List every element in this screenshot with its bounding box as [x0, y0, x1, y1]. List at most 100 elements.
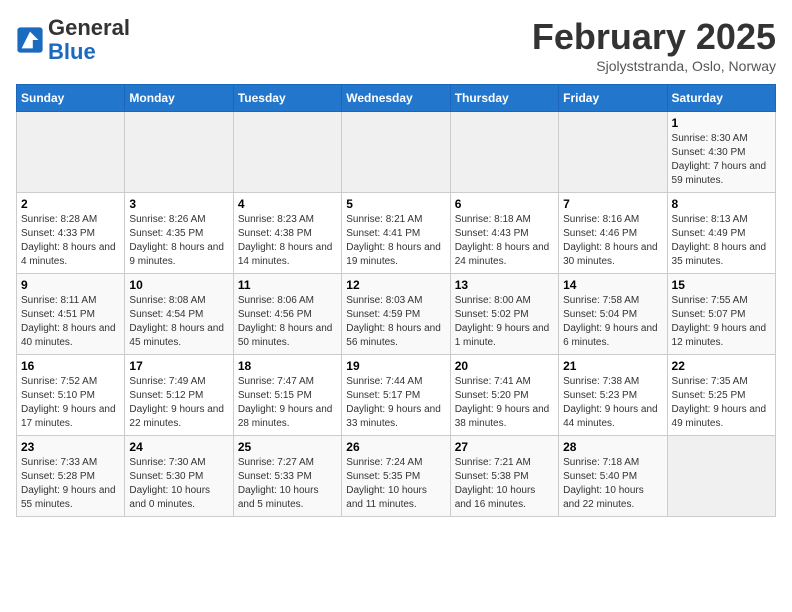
- day-info: Sunrise: 7:38 AM Sunset: 5:23 PM Dayligh…: [563, 375, 662, 431]
- day-info: Sunrise: 8:28 AM Sunset: 4:33 PM Dayligh…: [21, 213, 120, 269]
- day-number: 15: [672, 278, 771, 292]
- calendar-cell: 21 Sunrise: 7:38 AM Sunset: 5:23 PM Dayli…: [559, 355, 667, 436]
- month-title: February 2025: [532, 16, 776, 58]
- calendar-cell: 28Sunrise: 7:18 AM Sunset: 5:40 PM Dayli…: [559, 436, 667, 517]
- day-number: 7: [563, 197, 662, 211]
- day-info: Sunrise: 8:26 AM Sunset: 4:35 PM Dayligh…: [129, 213, 228, 269]
- day-number: 11: [238, 278, 337, 292]
- day-header-wednesday: Wednesday: [342, 85, 450, 112]
- calendar-cell: 15 Sunrise: 7:55 AM Sunset: 5:07 PM Dayli…: [667, 274, 775, 355]
- day-header-saturday: Saturday: [667, 85, 775, 112]
- day-number: 12: [346, 278, 445, 292]
- calendar-header: SundayMondayTuesdayWednesdayThursdayFrid…: [17, 85, 776, 112]
- day-info: Sunrise: 8:08 AM Sunset: 4:54 PM Dayligh…: [129, 294, 228, 350]
- day-number: 23: [21, 440, 120, 454]
- day-info: Sunrise: 8:30 AM Sunset: 4:30 PM Dayligh…: [672, 132, 771, 188]
- day-number: 19: [346, 359, 445, 373]
- calendar-cell: 22 Sunrise: 7:35 AM Sunset: 5:25 PM Dayli…: [667, 355, 775, 436]
- day-number: 8: [672, 197, 771, 211]
- week-row-5: 23Sunrise: 7:33 AM Sunset: 5:28 PM Dayli…: [17, 436, 776, 517]
- calendar-cell: 7 Sunrise: 8:16 AM Sunset: 4:46 PM Daylig…: [559, 193, 667, 274]
- day-info: Sunrise: 8:16 AM Sunset: 4:46 PM Dayligh…: [563, 213, 662, 269]
- day-number: 18: [238, 359, 337, 373]
- calendar-cell: 25 Sunrise: 7:27 AM Sunset: 5:33 PM Dayli…: [233, 436, 341, 517]
- day-info: Sunrise: 7:35 AM Sunset: 5:25 PM Dayligh…: [672, 375, 771, 431]
- day-header-tuesday: Tuesday: [233, 85, 341, 112]
- calendar-cell: 12 Sunrise: 8:03 AM Sunset: 4:59 PM Dayli…: [342, 274, 450, 355]
- day-header-friday: Friday: [559, 85, 667, 112]
- day-info: Sunrise: 8:13 AM Sunset: 4:49 PM Dayligh…: [672, 213, 771, 269]
- calendar-cell: 5 Sunrise: 8:21 AM Sunset: 4:41 PM Daylig…: [342, 193, 450, 274]
- calendar-cell: 26 Sunrise: 7:24 AM Sunset: 5:35 PM Dayli…: [342, 436, 450, 517]
- day-number: 13: [455, 278, 554, 292]
- calendar-cell: [17, 112, 125, 193]
- day-info: Sunrise: 7:58 AM Sunset: 5:04 PM Dayligh…: [563, 294, 662, 350]
- logo-blue-text: Blue: [48, 39, 96, 64]
- calendar-cell: 10 Sunrise: 8:08 AM Sunset: 4:54 PM Dayli…: [125, 274, 233, 355]
- day-info: Sunrise: 7:47 AM Sunset: 5:15 PM Dayligh…: [238, 375, 337, 431]
- calendar-cell: [667, 436, 775, 517]
- day-number: 21: [563, 359, 662, 373]
- calendar-cell: 13 Sunrise: 8:00 AM Sunset: 5:02 PM Dayli…: [450, 274, 558, 355]
- day-info: Sunrise: 7:30 AM Sunset: 5:30 PM Dayligh…: [129, 456, 228, 512]
- day-info: Sunrise: 7:27 AM Sunset: 5:33 PM Dayligh…: [238, 456, 337, 512]
- calendar-cell: [450, 112, 558, 193]
- day-info: Sunrise: 8:03 AM Sunset: 4:59 PM Dayligh…: [346, 294, 445, 350]
- day-number: 16: [21, 359, 120, 373]
- day-number: 5: [346, 197, 445, 211]
- day-info: Sunrise: 8:06 AM Sunset: 4:56 PM Dayligh…: [238, 294, 337, 350]
- day-number: 3: [129, 197, 228, 211]
- calendar-cell: 1 Sunrise: 8:30 AM Sunset: 4:30 PM Daylig…: [667, 112, 775, 193]
- day-number: 27: [455, 440, 554, 454]
- logo: General Blue: [16, 16, 130, 64]
- calendar-cell: 16Sunrise: 7:52 AM Sunset: 5:10 PM Dayli…: [17, 355, 125, 436]
- day-info: Sunrise: 7:21 AM Sunset: 5:38 PM Dayligh…: [455, 456, 554, 512]
- title-area: February 2025 Sjolyststranda, Oslo, Norw…: [532, 16, 776, 74]
- day-info: Sunrise: 7:24 AM Sunset: 5:35 PM Dayligh…: [346, 456, 445, 512]
- calendar-cell: 17 Sunrise: 7:49 AM Sunset: 5:12 PM Dayli…: [125, 355, 233, 436]
- day-info: Sunrise: 8:21 AM Sunset: 4:41 PM Dayligh…: [346, 213, 445, 269]
- calendar: SundayMondayTuesdayWednesdayThursdayFrid…: [16, 84, 776, 517]
- calendar-cell: 11 Sunrise: 8:06 AM Sunset: 4:56 PM Dayli…: [233, 274, 341, 355]
- header: General Blue February 2025 Sjolyststrand…: [16, 16, 776, 74]
- day-info: Sunrise: 7:55 AM Sunset: 5:07 PM Dayligh…: [672, 294, 771, 350]
- calendar-cell: 18 Sunrise: 7:47 AM Sunset: 5:15 PM Dayli…: [233, 355, 341, 436]
- calendar-cell: 2 Sunrise: 8:28 AM Sunset: 4:33 PM Daylig…: [17, 193, 125, 274]
- calendar-cell: 19 Sunrise: 7:44 AM Sunset: 5:17 PM Dayli…: [342, 355, 450, 436]
- calendar-cell: 6Sunrise: 8:18 AM Sunset: 4:43 PM Daylig…: [450, 193, 558, 274]
- day-info: Sunrise: 7:44 AM Sunset: 5:17 PM Dayligh…: [346, 375, 445, 431]
- logo-icon: [16, 26, 44, 54]
- day-number: 4: [238, 197, 337, 211]
- day-info: Sunrise: 8:18 AM Sunset: 4:43 PM Dayligh…: [455, 213, 554, 269]
- day-number: 2: [21, 197, 120, 211]
- calendar-body: 1 Sunrise: 8:30 AM Sunset: 4:30 PM Daylig…: [17, 112, 776, 517]
- day-number: 1: [672, 116, 771, 130]
- calendar-cell: 24 Sunrise: 7:30 AM Sunset: 5:30 PM Dayli…: [125, 436, 233, 517]
- day-number: 20: [455, 359, 554, 373]
- calendar-cell: 8 Sunrise: 8:13 AM Sunset: 4:49 PM Daylig…: [667, 193, 775, 274]
- calendar-cell: 20 Sunrise: 7:41 AM Sunset: 5:20 PM Dayli…: [450, 355, 558, 436]
- day-header-monday: Monday: [125, 85, 233, 112]
- day-number: 14: [563, 278, 662, 292]
- day-info: Sunrise: 8:00 AM Sunset: 5:02 PM Dayligh…: [455, 294, 554, 350]
- location-subtitle: Sjolyststranda, Oslo, Norway: [532, 58, 776, 74]
- day-header-sunday: Sunday: [17, 85, 125, 112]
- day-number: 17: [129, 359, 228, 373]
- day-header-row: SundayMondayTuesdayWednesdayThursdayFrid…: [17, 85, 776, 112]
- day-number: 10: [129, 278, 228, 292]
- day-number: 25: [238, 440, 337, 454]
- calendar-cell: 4 Sunrise: 8:23 AM Sunset: 4:38 PM Daylig…: [233, 193, 341, 274]
- calendar-cell: 14 Sunrise: 7:58 AM Sunset: 5:04 PM Dayli…: [559, 274, 667, 355]
- calendar-cell: 3 Sunrise: 8:26 AM Sunset: 4:35 PM Daylig…: [125, 193, 233, 274]
- calendar-cell: [125, 112, 233, 193]
- day-number: 26: [346, 440, 445, 454]
- calendar-cell: [342, 112, 450, 193]
- day-info: Sunrise: 7:49 AM Sunset: 5:12 PM Dayligh…: [129, 375, 228, 431]
- day-number: 22: [672, 359, 771, 373]
- day-info: Sunrise: 7:41 AM Sunset: 5:20 PM Dayligh…: [455, 375, 554, 431]
- day-number: 24: [129, 440, 228, 454]
- week-row-3: 9Sunrise: 8:11 AM Sunset: 4:51 PM Daylig…: [17, 274, 776, 355]
- day-info: Sunrise: 8:23 AM Sunset: 4:38 PM Dayligh…: [238, 213, 337, 269]
- logo-general-text: General: [48, 15, 130, 40]
- day-info: Sunrise: 8:11 AM Sunset: 4:51 PM Dayligh…: [21, 294, 120, 350]
